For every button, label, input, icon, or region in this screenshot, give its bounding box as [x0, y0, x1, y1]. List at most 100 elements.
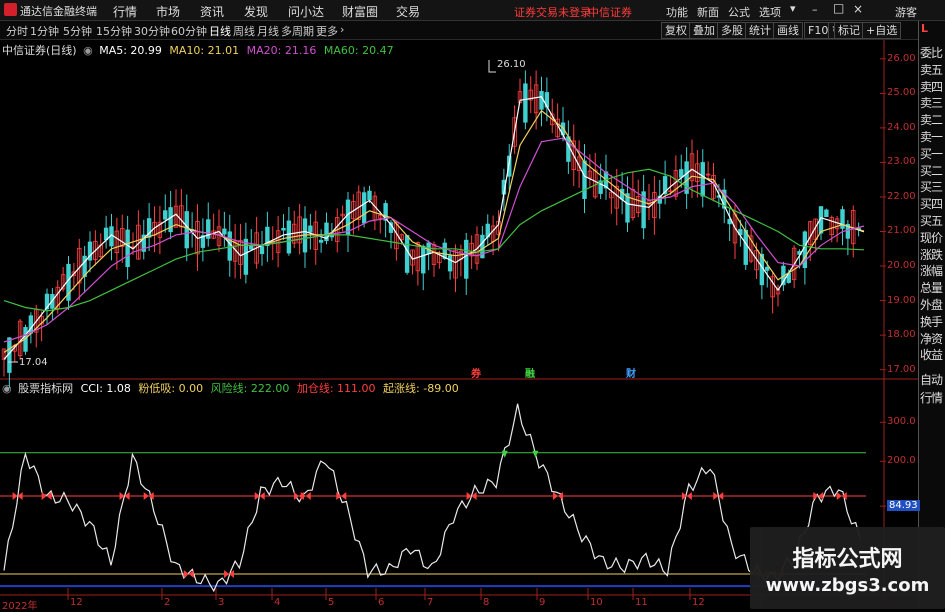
login-status[interactable]: 证券交易未登录: [514, 4, 591, 20]
chart-canvas[interactable]: [0, 40, 918, 609]
sell-arrow-icon: [532, 450, 539, 458]
side-item[interactable]: 买一: [920, 145, 943, 162]
menu-function[interactable]: 功能: [666, 4, 688, 20]
candle-body: [222, 228, 227, 235]
menu-wealth[interactable]: 财富圈: [342, 3, 378, 20]
side-item[interactable]: 委比: [920, 44, 943, 61]
add-watchlist-button[interactable]: +自选: [862, 22, 902, 39]
side-item[interactable]: 买五: [920, 212, 943, 229]
y-tick-label: 18.00: [887, 329, 916, 341]
risk-line-label: 风险线: 222.00: [210, 382, 290, 395]
menu-trade[interactable]: 交易: [396, 3, 420, 20]
financing-tag[interactable]: 融: [523, 365, 537, 380]
menu-formula[interactable]: 公式: [728, 4, 750, 20]
guest-user[interactable]: 游客: [895, 4, 917, 20]
overlay-button[interactable]: 叠加: [689, 22, 719, 39]
x-tick-label: 9: [539, 597, 546, 608]
menu-quotes[interactable]: 行情: [113, 3, 137, 20]
candle-body: [404, 235, 410, 273]
period-multi[interactable]: 多周期: [281, 23, 314, 39]
maximize-icon[interactable]: □: [833, 1, 844, 15]
x-tick-label: 8: [483, 597, 490, 608]
ma10-label: MA10: 21.01: [169, 44, 240, 57]
draw-button[interactable]: 画线: [773, 22, 803, 39]
side-item[interactable]: 净资: [920, 330, 943, 347]
period-daily[interactable]: 日线: [209, 23, 231, 39]
menu-ask[interactable]: 问小达: [288, 3, 324, 20]
side-item[interactable]: 卖三: [920, 94, 943, 111]
minimize-icon[interactable]: –: [812, 3, 818, 16]
y-tick-label: 23.00: [887, 156, 916, 168]
period-5min[interactable]: 5分钟: [63, 23, 92, 39]
period-intraday[interactable]: 分时: [6, 23, 28, 39]
side-item[interactable]: 外盘: [920, 296, 943, 313]
buy-signal-icon: [143, 492, 154, 501]
high-pointer: [488, 60, 496, 73]
y-tick-label: 21.00: [887, 225, 916, 237]
buy-signal-icon: [813, 492, 824, 501]
menu-new-page[interactable]: 新面: [697, 4, 719, 20]
settings-icon[interactable]: ◉: [83, 44, 93, 57]
buy-signal-icon: [300, 492, 311, 501]
side-item[interactable]: 卖五: [920, 61, 943, 78]
side-item[interactable]: 现价: [920, 229, 943, 246]
side-item[interactable]: 卖一: [920, 128, 943, 145]
side-item[interactable]: 总量: [920, 279, 943, 296]
mark-button[interactable]: 标记: [834, 22, 865, 39]
close-icon[interactable]: ×: [853, 2, 863, 16]
add-line-label: 加仓线: 111.00: [296, 382, 376, 395]
candle-body: [566, 136, 571, 162]
side-item[interactable]: 买四: [920, 195, 943, 212]
menu-discover[interactable]: 发现: [244, 3, 268, 20]
side-item[interactable]: 卖二: [920, 111, 943, 128]
menu-options[interactable]: 选项: [759, 4, 781, 20]
menu-arrow-icon[interactable]: ▾: [790, 2, 796, 15]
menu-market[interactable]: 市场: [156, 3, 180, 20]
candle-body: [259, 246, 265, 255]
candle-body: [523, 83, 528, 123]
title-bar: 通达信金融终端 行情 市场 资讯 发现 问小达 财富圈 交易 证券交易未登录 中…: [0, 0, 945, 21]
broker-name[interactable]: 中信证券: [588, 4, 632, 20]
ma5-label: MA5: 20.99: [99, 44, 162, 57]
side-item[interactable]: 自动: [920, 371, 943, 388]
x-tick-label: 12: [70, 597, 83, 608]
multi-stock-button[interactable]: 多股: [717, 22, 747, 39]
period-30min[interactable]: 30分钟: [134, 23, 170, 39]
side-item[interactable]: 收益: [920, 346, 943, 363]
menu-news[interactable]: 资讯: [200, 3, 224, 20]
watermark-url: www.zbgs3.com: [765, 575, 930, 596]
candle-body: [184, 211, 189, 249]
period-15min[interactable]: 15分钟: [96, 23, 132, 39]
watermark-title: 指标公式网: [792, 547, 903, 572]
side-item[interactable]: 买二: [920, 162, 943, 179]
margin-tag[interactable]: 券: [469, 365, 483, 380]
stats-button[interactable]: 统计: [745, 22, 775, 39]
candle-body: [318, 239, 324, 243]
indicator-y-tick: 200.0: [887, 455, 916, 467]
side-item[interactable]: 卖四: [920, 78, 943, 95]
adjust-button[interactable]: 复权: [661, 22, 691, 39]
period-weekly[interactable]: 周线: [233, 23, 255, 39]
indicator-name[interactable]: 股票指标网: [18, 382, 73, 395]
candle-body: [281, 227, 286, 231]
side-item[interactable]: 涨幅: [920, 262, 943, 279]
period-1min[interactable]: 1分钟: [30, 23, 59, 39]
candle-body: [227, 231, 232, 261]
period-60min[interactable]: 60分钟: [171, 23, 207, 39]
y-tick-label: 24.00: [887, 121, 916, 133]
finance-tag[interactable]: 财: [624, 365, 638, 380]
watermark-overlay: 指标公式网 www.zbgs3.com: [750, 527, 945, 609]
more-chevron-icon[interactable]: ›: [340, 23, 344, 36]
indicator-settings-icon[interactable]: ◉: [2, 382, 12, 395]
x-tick-label: 10: [590, 597, 603, 608]
period-more[interactable]: 更多: [316, 23, 338, 39]
period-monthly[interactable]: 月线: [257, 23, 279, 39]
side-item[interactable]: 行情: [920, 389, 943, 406]
candle-body: [447, 255, 453, 272]
candle-body: [308, 225, 313, 233]
side-item[interactable]: 涨跌: [920, 246, 943, 263]
side-item[interactable]: 换手: [920, 313, 943, 330]
side-item[interactable]: 买三: [920, 178, 943, 195]
candle-body: [700, 162, 705, 197]
stock-title[interactable]: 中信证券(日线): [2, 44, 77, 57]
